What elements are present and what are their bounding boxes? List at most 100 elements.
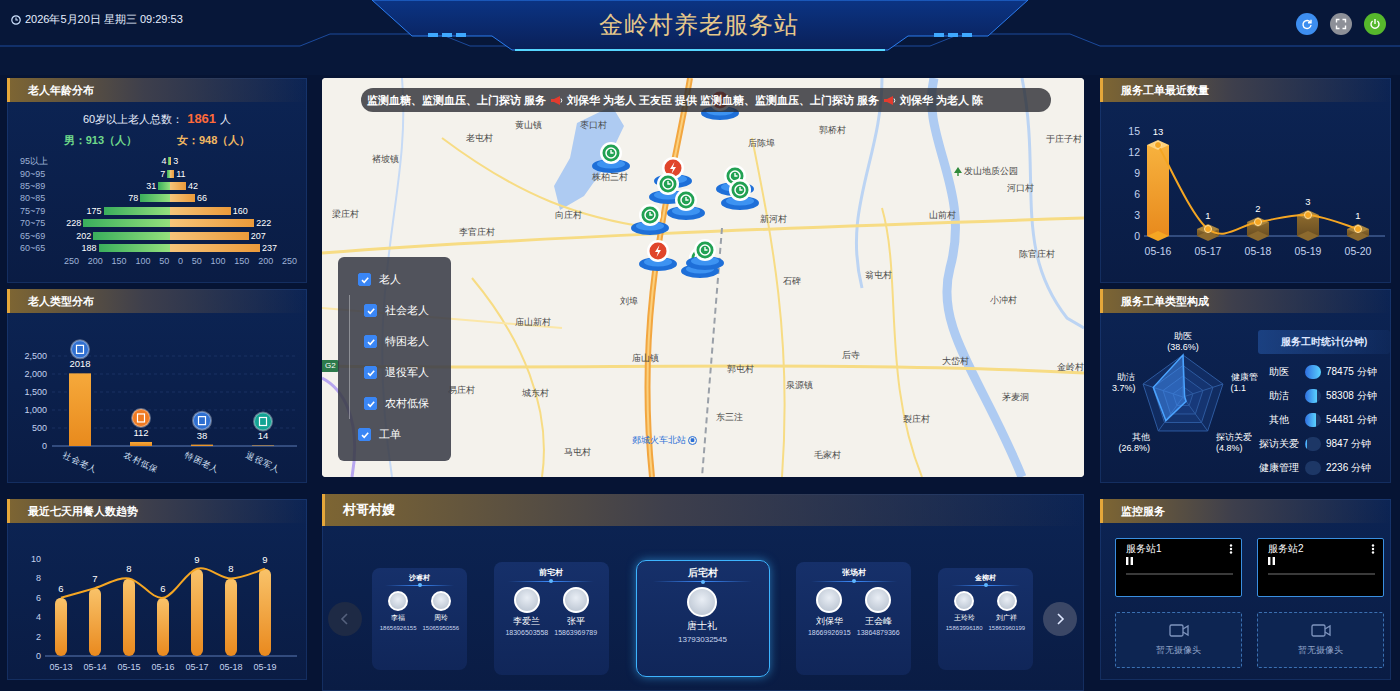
type-bar	[252, 445, 274, 447]
next-button[interactable]	[1043, 602, 1077, 636]
y-tick: 2,000	[24, 369, 47, 379]
fullscreen-button[interactable]	[1330, 13, 1352, 35]
service-pin[interactable]	[666, 187, 706, 221]
trend-chart: 1086420605-13705-14805-15605-16905-17805…	[7, 523, 305, 678]
avatar-photo	[865, 587, 891, 613]
village-card[interactable]: 前宅村 李爱兰 18306503558 张平 15863969789	[494, 562, 609, 675]
bar-value: 3	[1305, 196, 1310, 207]
checkbox[interactable]	[358, 273, 371, 286]
x-label: 05-16	[151, 662, 174, 672]
x-label: 05-20	[1345, 245, 1372, 257]
x-label: 05-17	[1195, 245, 1222, 257]
place-label: 大岱村	[942, 356, 969, 367]
bar-value: 8	[126, 563, 131, 574]
village-card[interactable]: 金柳村 王玲玲 15863996180 刘广祥 15863960199	[938, 568, 1033, 670]
male-bar	[99, 244, 170, 252]
place-label: 金岭村	[1057, 362, 1084, 373]
prev-button[interactable]	[328, 602, 362, 636]
panel-title: 村哥村嫂	[322, 494, 1084, 526]
service-pin[interactable]	[591, 140, 631, 174]
village-card[interactable]: 沙睿村 李福 18656926155 周玲 15065950556	[372, 568, 467, 670]
type-panel: 老人类型分布 2,5002,0001,5001,00050002018社会老人1…	[7, 289, 307, 483]
meal-bar	[225, 578, 237, 656]
pause-icon[interactable]	[1126, 557, 1133, 565]
road-badge: G2	[322, 360, 339, 372]
divider	[508, 581, 594, 582]
helper: 刘广祥 15863960199	[989, 591, 1026, 633]
place-label: 山前村	[929, 210, 956, 221]
checkbox[interactable]	[364, 366, 377, 379]
place-label: 发山地质公园	[954, 166, 1018, 177]
type-bar	[130, 442, 152, 446]
video-progress[interactable]	[1268, 573, 1375, 575]
service-pin[interactable]	[720, 177, 760, 211]
village-card[interactable]: 后宅村 唐士礼 13793032545	[636, 560, 770, 677]
line-point	[1305, 212, 1312, 219]
y-tick: 3	[1134, 209, 1140, 221]
radar-label: 助医	[1174, 331, 1192, 341]
meal-bar	[89, 588, 101, 656]
layer-checkbox[interactable]: 特困老人	[349, 326, 451, 357]
hours-gauge	[1305, 365, 1321, 379]
camera-icon	[1311, 623, 1331, 638]
map[interactable]: 黄山镇枣口村老屯村郭桥村褚坡镇后陈埠于庄子村株柏三村发山地质公园河口村梁庄村向庄…	[322, 78, 1084, 477]
y-tick: 0	[42, 441, 47, 451]
y-tick: 12	[1128, 146, 1140, 158]
female-bar	[170, 232, 249, 240]
megaphone-icon	[883, 95, 896, 106]
more-icon[interactable]	[1229, 544, 1233, 554]
layer-checkbox[interactable]: 农村低保	[349, 388, 451, 419]
more-icon[interactable]	[1371, 544, 1375, 554]
camera-feed[interactable]: 服务站2	[1257, 538, 1384, 597]
y-tick: 500	[32, 423, 47, 433]
order-pin[interactable]	[638, 238, 678, 272]
y-tick: 0	[1134, 230, 1140, 242]
hours-row: 其他 54481 分钟	[1258, 408, 1390, 432]
checkbox[interactable]	[364, 397, 377, 410]
female-count: 女：948（人）	[177, 132, 250, 148]
layer-checkbox[interactable]: 退役军人	[349, 357, 451, 388]
female-bar	[170, 207, 231, 215]
avatar-photo	[514, 587, 540, 613]
village-card[interactable]: 张场村 刘保华 18669926915 王会峰 13864879366	[796, 562, 911, 675]
x-label: 社会老人	[62, 450, 99, 474]
bar-value: 14	[258, 430, 269, 441]
bar-value: 1	[1355, 210, 1360, 221]
hours-gauge	[1305, 437, 1321, 451]
video-progress[interactable]	[1126, 573, 1233, 575]
place-label: 庙山镇	[632, 353, 659, 364]
divider	[811, 581, 897, 582]
order-bar	[1147, 140, 1169, 241]
checkbox[interactable]	[364, 335, 377, 348]
place-label: 城东村	[522, 388, 549, 399]
power-button[interactable]	[1364, 13, 1386, 35]
service-pin-icon	[720, 177, 760, 211]
place-label: 翁屯村	[865, 270, 892, 281]
place-label: 梁庄村	[332, 209, 359, 220]
service-pin[interactable]	[685, 237, 725, 271]
refresh-icon	[1301, 18, 1313, 30]
y-tick: 4	[36, 612, 41, 622]
camera-feed[interactable]: 服务站1	[1115, 538, 1242, 597]
meal-bar	[259, 569, 271, 656]
panel-title: 最近七天用餐人数趋势	[7, 499, 307, 523]
service-pin[interactable]	[630, 202, 670, 236]
male-bar	[140, 194, 170, 202]
village-panel: 村哥村嫂 沙睿村 李福 18656926155 周玲 15065950556 前宅…	[322, 494, 1084, 691]
x-label: 05-18	[219, 662, 242, 672]
layer-checkbox[interactable]: 工单	[338, 419, 451, 450]
layer-checkbox[interactable]: 老人	[338, 264, 451, 295]
total-count: 60岁以上老人总数：1861人	[20, 111, 307, 127]
layer-checkbox[interactable]: 社会老人	[349, 295, 451, 326]
checkbox[interactable]	[358, 428, 371, 441]
female-bar	[170, 182, 186, 190]
service-ticker: 监测血糖、监测血压、上门探访 服务 刘保华 为老人 王友臣 提供 监测血糖、监测…	[361, 88, 1051, 112]
trend-line	[61, 568, 265, 598]
x-label: 农村低保	[123, 450, 160, 474]
divider	[385, 585, 455, 586]
pause-icon[interactable]	[1268, 557, 1275, 565]
age-panel: 老人年龄分布 60岁以上老人总数：1861人 男：913（人） 女：948（人）…	[7, 78, 307, 283]
refresh-button[interactable]	[1296, 13, 1318, 35]
station-label: 郯城火车北站	[632, 435, 697, 446]
checkbox[interactable]	[364, 304, 377, 317]
